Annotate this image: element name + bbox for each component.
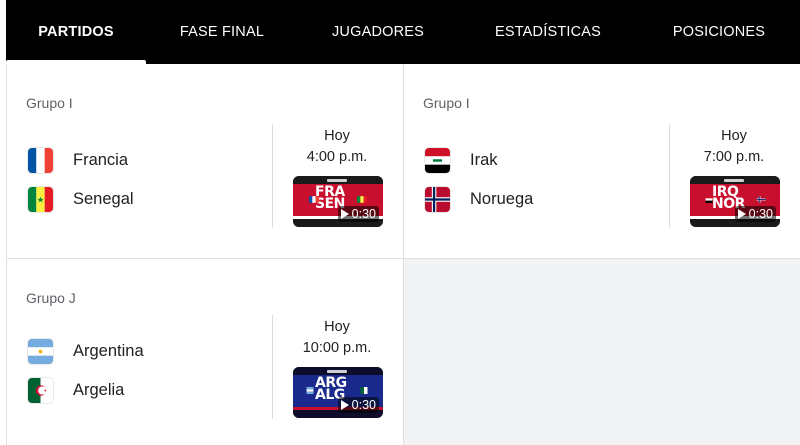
algeria-flag-icon: [28, 377, 53, 403]
match-card[interactable]: Grupo I Irak Noruega Hoy 7:00 p.m. IRQ NO…: [404, 64, 800, 259]
team-row[interactable]: Argentina: [28, 338, 144, 364]
match-time: Hoy 10:00 p.m.: [287, 317, 387, 359]
argentina-flag-icon: [28, 338, 53, 364]
match-day: Hoy: [324, 319, 350, 335]
group-label: Grupo J: [26, 290, 76, 306]
team-row[interactable]: Francia: [28, 147, 129, 173]
iraq-flag-icon: [704, 196, 714, 203]
norway-flag-icon: [756, 196, 766, 203]
tab-fase-final[interactable]: FASE FINAL: [146, 0, 298, 64]
team-name: Irak: [470, 150, 498, 169]
video-thumbnail[interactable]: IRQ NOR 0:30: [690, 176, 780, 227]
match-day: Hoy: [721, 128, 747, 144]
norway-flag-icon: [425, 186, 450, 212]
matches-grid: Grupo I Francia Senegal Hoy 4:00 p.m. FR…: [6, 64, 800, 445]
france-flag-icon: [28, 147, 53, 173]
match-time: Hoy 7:00 p.m.: [684, 126, 784, 168]
play-icon: [340, 209, 349, 219]
iraq-flag-icon: [425, 147, 450, 173]
senegal-flag-icon: [357, 196, 367, 203]
senegal-flag-icon: [28, 186, 53, 212]
group-label: Grupo I: [423, 95, 470, 111]
tab-jugadores[interactable]: JUGADORES: [298, 0, 458, 64]
match-hour: 10:00 p.m.: [302, 340, 372, 356]
team-name: Senegal: [73, 189, 134, 208]
broadcaster-badge: [724, 179, 744, 182]
team-name: Noruega: [470, 189, 534, 208]
team-name: Francia: [73, 150, 129, 169]
group-label: Grupo I: [26, 95, 73, 111]
tab-partidos[interactable]: PARTIDOS: [6, 0, 146, 64]
match-day: Hoy: [324, 128, 350, 144]
match-card[interactable]: Grupo I Francia Senegal Hoy 4:00 p.m. FR…: [7, 64, 404, 259]
team-row[interactable]: Noruega: [425, 186, 534, 212]
video-duration: 0:30: [337, 206, 379, 222]
divider: [669, 124, 670, 228]
divider: [272, 124, 273, 228]
team-name: Argelia: [73, 380, 125, 399]
france-flag-icon: [309, 196, 319, 203]
team-row[interactable]: Senegal: [28, 186, 134, 212]
match-hour: 4:00 p.m.: [306, 149, 368, 165]
empty-cell: [404, 259, 800, 445]
video-thumbnail[interactable]: FRA SEN 0:30: [293, 176, 383, 227]
algeria-flag-icon: [359, 387, 369, 394]
match-hour: 7:00 p.m.: [703, 149, 765, 165]
play-icon: [340, 400, 349, 410]
team-row[interactable]: Irak: [425, 147, 498, 173]
match-card[interactable]: Grupo J Argentina Argelia Hoy 10:00 p.m.…: [7, 259, 404, 445]
video-duration: 0:30: [734, 206, 776, 222]
team-row[interactable]: Argelia: [28, 377, 125, 403]
argentina-flag-icon: [305, 387, 315, 394]
play-icon: [737, 209, 746, 219]
team-name: Argentina: [73, 341, 144, 360]
tab-posiciones[interactable]: POSICIONES: [638, 0, 800, 64]
match-time: Hoy 4:00 p.m.: [287, 126, 387, 168]
tab-estadisticas[interactable]: ESTADÍSTICAS: [458, 0, 638, 64]
video-duration: 0:30: [337, 397, 379, 413]
divider: [272, 315, 273, 419]
video-thumbnail[interactable]: ARG ALG 0:30: [293, 367, 383, 418]
broadcaster-badge: [327, 179, 347, 182]
broadcaster-badge: [327, 370, 347, 373]
